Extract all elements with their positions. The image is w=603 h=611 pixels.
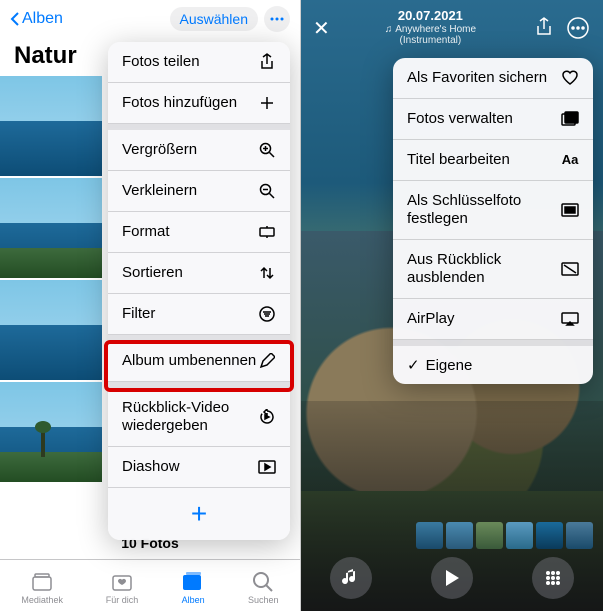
- aspect-icon: [258, 223, 276, 241]
- grid-button[interactable]: [532, 557, 574, 599]
- tab-foryou[interactable]: Für dich: [106, 571, 139, 605]
- plus-icon: [258, 94, 276, 112]
- timeline-thumb[interactable]: [446, 522, 473, 549]
- menu-item-format[interactable]: Format: [108, 212, 290, 253]
- menu-item-rename[interactable]: Album umbenennen: [108, 335, 290, 382]
- zoom-out-icon: [258, 182, 276, 200]
- tab-albums[interactable]: Alben: [181, 571, 205, 605]
- menu-item-add[interactable]: Fotos hinzufügen: [108, 83, 290, 124]
- music-button[interactable]: [330, 557, 372, 599]
- memory-track: ♫ Anywhere's Home: [330, 24, 531, 36]
- add-album-big-plus[interactable]: +: [108, 488, 290, 540]
- memory-title: 20.07.2021 ♫ Anywhere's Home (Instrument…: [330, 9, 531, 47]
- checkmark-icon: ✓: [407, 356, 420, 374]
- select-button[interactable]: Auswählen: [170, 7, 259, 31]
- timeline-thumb[interactable]: [536, 522, 563, 549]
- heart-icon: [561, 69, 579, 87]
- photo-thumb[interactable]: [0, 76, 102, 176]
- memory-track-sub: (Instrumental): [330, 35, 531, 47]
- menu-item-favorite[interactable]: Als Favoriten sichern: [393, 58, 593, 99]
- albums-icon: [181, 571, 205, 593]
- menu-item-edit-title[interactable]: Titel bearbeiten Aa: [393, 140, 593, 181]
- foryou-icon: [110, 571, 134, 593]
- chevron-left-icon: [10, 11, 20, 27]
- hide-icon: [561, 260, 579, 278]
- left-header: Alben Auswählen: [0, 0, 300, 38]
- back-label: Alben: [22, 10, 63, 28]
- timeline-thumb[interactable]: [476, 522, 503, 549]
- tab-bar: Mediathek Für dich Alben Suchen: [0, 559, 300, 611]
- album-actions-menu: Fotos teilen Fotos hinzufügen Vergrößern…: [108, 42, 290, 540]
- airplay-icon: [561, 310, 579, 328]
- photo-grid: [0, 76, 102, 541]
- back-button[interactable]: Alben: [10, 10, 63, 28]
- aa-icon: Aa: [561, 151, 579, 169]
- play-rect-icon: [258, 458, 276, 476]
- photos-manage-icon: [561, 110, 579, 128]
- ellipsis-icon: [270, 17, 284, 21]
- zoom-in-icon: [258, 141, 276, 159]
- menu-item-keyphoto[interactable]: Als Schlüsselfoto festlegen: [393, 181, 593, 240]
- menu-item-slideshow[interactable]: Diashow: [108, 447, 290, 488]
- pencil-icon: [258, 352, 276, 370]
- share-button[interactable]: [531, 17, 557, 39]
- menu-item-share[interactable]: Fotos teilen: [108, 42, 290, 83]
- photo-thumb[interactable]: [0, 382, 102, 482]
- timeline-thumb[interactable]: [506, 522, 533, 549]
- menu-item-zoomout[interactable]: Verkleinern: [108, 171, 290, 212]
- memory-timeline[interactable]: [416, 522, 593, 549]
- more-button[interactable]: [565, 17, 591, 39]
- album-screen: Alben Auswählen Natur Fotos teilen Fotos…: [0, 0, 301, 611]
- keyphoto-icon: [561, 201, 579, 219]
- menu-item-hide[interactable]: Aus Rückblick ausblenden: [393, 240, 593, 299]
- menu-item-manage[interactable]: Fotos verwalten: [393, 99, 593, 140]
- memory-date: 20.07.2021: [330, 9, 531, 24]
- menu-item-memory-video[interactable]: Rückblick-Video wiedergeben: [108, 382, 290, 447]
- library-icon: [30, 571, 54, 593]
- memory-header: ✕ 20.07.2021 ♫ Anywhere's Home (Instrume…: [301, 0, 603, 56]
- menu-item-zoomin[interactable]: Vergrößern: [108, 124, 290, 171]
- music-note-icon: ♫: [385, 24, 393, 36]
- menu-item-sort[interactable]: Sortieren: [108, 253, 290, 294]
- play-button[interactable]: [431, 557, 473, 599]
- filter-icon: [258, 305, 276, 323]
- menu-item-airplay[interactable]: AirPlay: [393, 299, 593, 340]
- menu-item-filter[interactable]: Filter: [108, 294, 290, 335]
- tab-search[interactable]: Suchen: [248, 571, 279, 605]
- memory-player-screen: ✕ 20.07.2021 ♫ Anywhere's Home (Instrume…: [301, 0, 603, 611]
- tab-library[interactable]: Mediathek: [21, 571, 63, 605]
- search-icon: [251, 571, 275, 593]
- share-icon: [258, 53, 276, 71]
- photo-thumb[interactable]: [0, 178, 102, 278]
- photo-thumb[interactable]: [0, 280, 102, 380]
- replay-icon: [258, 408, 276, 426]
- memory-controls: [301, 557, 603, 599]
- memory-header-actions: [531, 17, 591, 39]
- timeline-thumb[interactable]: [566, 522, 593, 549]
- timeline-thumb[interactable]: [416, 522, 443, 549]
- menu-item-selected[interactable]: ✓ Eigene: [393, 340, 593, 384]
- more-button[interactable]: [264, 6, 290, 32]
- close-button[interactable]: ✕: [313, 16, 330, 41]
- memory-actions-menu: Als Favoriten sichern Fotos verwalten Ti…: [393, 58, 593, 384]
- sort-icon: [258, 264, 276, 282]
